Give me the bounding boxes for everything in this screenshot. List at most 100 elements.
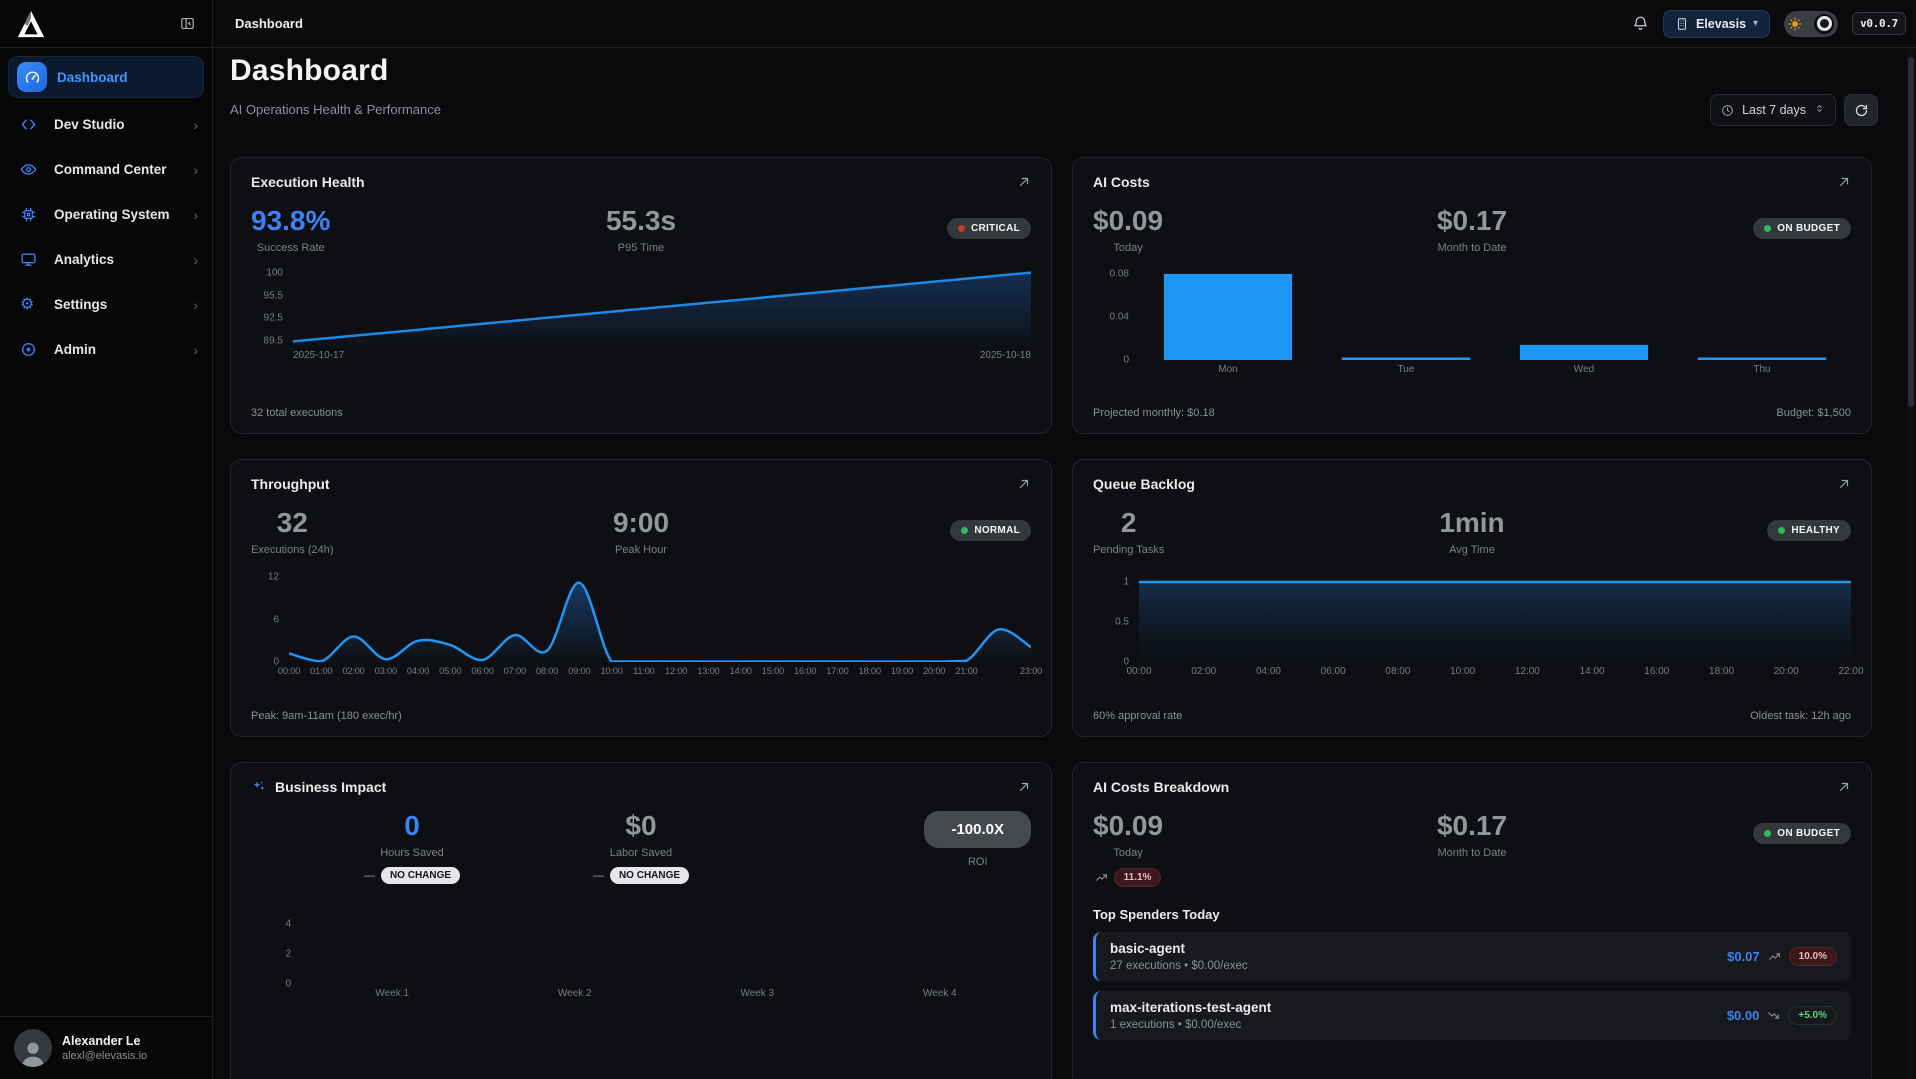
sidebar: DashboardDev Studio›Command Center›Opera… (0, 0, 213, 1079)
card-footer-right: Oldest task: 12h ago (1750, 710, 1851, 722)
card-footer-right: Budget: $1,500 (1776, 407, 1851, 419)
spender-detail: 27 executions • $0.00/exec (1110, 960, 1248, 972)
sidebar-item-command-center[interactable]: Command Center› (0, 147, 212, 192)
metric-label: P95 Time (606, 242, 676, 254)
x-tick-label: 19:00 (891, 666, 913, 676)
sidebar-user[interactable]: Alexander Le alexl@elevasis.io (0, 1016, 212, 1079)
x-tick-label: 2025-10-17 (293, 350, 344, 361)
status-label: CRITICAL (971, 223, 1020, 234)
x-tick-label: 05:00 (439, 666, 461, 676)
expand-icon[interactable] (1017, 175, 1031, 189)
header-controls: Last 7 days (1710, 94, 1878, 126)
x-tick-label: Wed (1574, 364, 1594, 375)
y-tick-label: 100 (266, 267, 283, 278)
spender-row[interactable]: basic-agent27 executions • $0.00/exec$0.… (1093, 932, 1851, 981)
top-spenders-title: Top Spenders Today (1093, 907, 1851, 922)
sparkles-icon (251, 779, 267, 795)
spender-amount: $0.07 (1727, 949, 1760, 964)
main-area: Dashboard Elevasis ▾ v0.0.7 (213, 0, 1916, 1079)
time-range-select[interactable]: Last 7 days (1710, 94, 1836, 126)
x-tick-label: Week 4 (923, 988, 957, 999)
metric-executions: 32 Executions (24h) (251, 508, 334, 556)
theme-toggle[interactable] (1784, 11, 1838, 37)
status-dot (1764, 830, 1771, 837)
trend-up-icon (1768, 950, 1781, 963)
sidebar-collapse-icon[interactable] (176, 13, 198, 35)
metric-success-rate: 93.8% Success Rate (251, 206, 330, 254)
sidebar-item-label: Operating System (54, 207, 193, 222)
execution-health-chart: 10095.592.589.52025-10-172025-10-18 (251, 268, 1031, 363)
time-range-value: Last 7 days (1742, 103, 1806, 117)
x-tick-label: 13:00 (697, 666, 719, 676)
clock-icon (1721, 104, 1734, 117)
expand-icon[interactable] (1837, 477, 1851, 491)
sidebar-item-operating-system[interactable]: Operating System› (0, 192, 212, 237)
spender-row[interactable]: max-iterations-test-agent1 executions • … (1093, 991, 1851, 1040)
status-badge: ON BUDGET (1753, 218, 1851, 239)
status-label: ON BUDGET (1777, 828, 1840, 839)
sun-icon (1788, 17, 1802, 31)
metric-label: Executions (24h) (251, 544, 334, 556)
status-badge-wrap: ON BUDGET (1753, 218, 1851, 239)
metric-value: $0.17 (1437, 811, 1507, 841)
status-label: ON BUDGET (1777, 223, 1840, 234)
status-label: NORMAL (974, 525, 1020, 536)
x-tick-label: 04:00 (407, 666, 429, 676)
change-dash: — (364, 870, 375, 882)
x-tick-label: 21:00 (955, 666, 977, 676)
x-tick-label: 07:00 (504, 666, 526, 676)
x-tick-label: 10:00 (1450, 666, 1475, 677)
chevron-right-icon: › (193, 297, 198, 313)
card-footer-left: Peak: 9am-11am (180 exec/hr) (251, 710, 402, 722)
sidebar-item-dev-studio[interactable]: Dev Studio› (0, 102, 212, 147)
org-switcher[interactable]: Elevasis ▾ (1663, 10, 1770, 38)
sidebar-header (0, 0, 212, 48)
x-tick-label: Tue (1398, 364, 1415, 375)
card-footer-left: Projected monthly: $0.18 (1093, 407, 1215, 419)
select-updown-icon (1814, 101, 1825, 119)
expand-icon[interactable] (1017, 477, 1031, 491)
expand-icon[interactable] (1837, 175, 1851, 189)
chevron-right-icon: › (193, 162, 198, 178)
user-email: alexl@elevasis.io (62, 1050, 147, 1062)
scrollbar-thumb[interactable] (1908, 57, 1914, 407)
chevron-right-icon: › (193, 117, 198, 133)
change-badge: NO CHANGE (381, 867, 460, 884)
card-title: AI Costs (1093, 174, 1150, 190)
x-tick-label: 12:00 (665, 666, 687, 676)
scrollbar-track[interactable] (1907, 49, 1915, 1079)
y-tick-label: 1 (1123, 577, 1129, 588)
y-tick-label: 95.5 (264, 290, 283, 301)
status-badge: HEALTHY (1767, 520, 1851, 541)
x-tick-label: 04:00 (1256, 666, 1281, 677)
trend-badge: +5.0% (1788, 1006, 1837, 1025)
change-dash: — (593, 870, 604, 882)
metric-avg-time: 1min Avg Time (1439, 508, 1504, 556)
refresh-button[interactable] (1844, 94, 1878, 126)
sidebar-item-settings[interactable]: ⚙Settings› (0, 282, 212, 327)
business-impact-chart: 420Week 1Week 2Week 3Week 4 (251, 918, 1031, 1001)
metric-today: $0.09 Today (1093, 206, 1163, 254)
x-tick-label: 00:00 (1126, 666, 1151, 677)
sidebar-item-label: Dashboard (57, 70, 193, 85)
metric-month-to-date: $0.17 Month to Date (1437, 811, 1507, 859)
x-tick-label: 18:00 (1709, 666, 1734, 677)
card-title: AI Costs Breakdown (1093, 779, 1229, 795)
elevasis-logo-icon (16, 9, 46, 39)
expand-icon[interactable] (1837, 780, 1851, 794)
roi-block: -100.0X ROI (924, 811, 1031, 868)
x-tick-label: 23:00 (1020, 666, 1042, 676)
version-badge: v0.0.7 (1852, 12, 1906, 35)
gear-icon: ⚙ (20, 297, 46, 313)
sidebar-item-analytics[interactable]: Analytics› (0, 237, 212, 282)
sidebar-item-dashboard[interactable]: Dashboard (8, 56, 204, 98)
x-tick-label: 10:00 (600, 666, 622, 676)
card-title: Business Impact (251, 779, 386, 795)
expand-icon[interactable] (1017, 780, 1031, 794)
spender-list: basic-agent27 executions • $0.00/exec$0.… (1093, 932, 1851, 1050)
card-title: Throughput (251, 476, 330, 492)
bell-icon[interactable] (1632, 15, 1649, 32)
metric-today: $0.09 Today 11.1% (1093, 811, 1163, 887)
sidebar-item-admin[interactable]: Admin› (0, 327, 212, 372)
card-execution-health: Execution Health 93.8% Success Rate 55.3… (230, 157, 1052, 434)
